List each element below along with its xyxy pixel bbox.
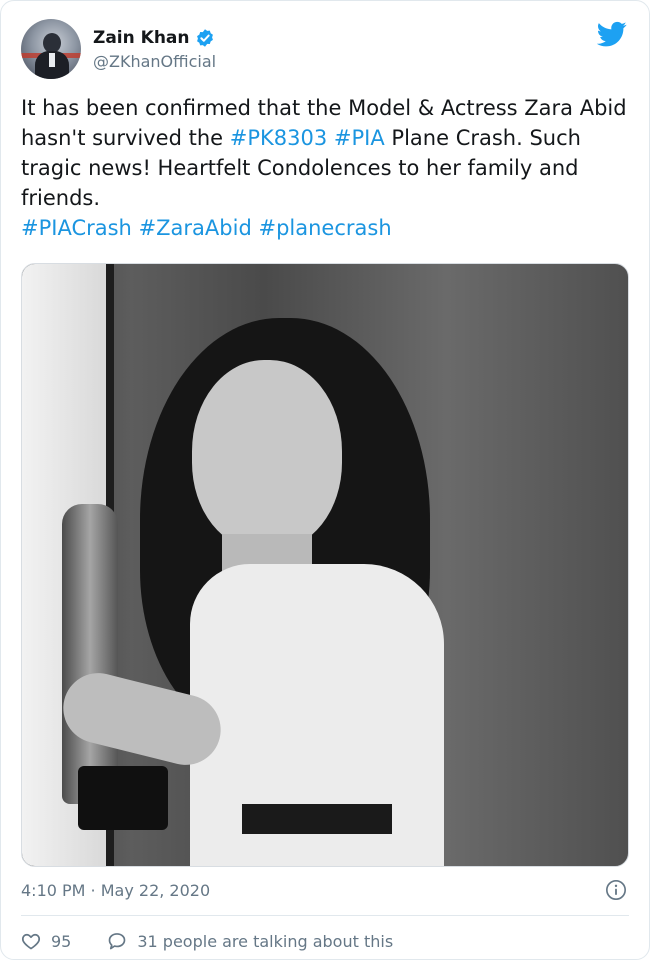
conversation-count-text: 31 people are talking about this xyxy=(137,931,394,951)
tweet-header: Zain Khan @ZKhanOfficial xyxy=(21,15,216,83)
like-count: 95 xyxy=(51,931,72,951)
hashtag-link[interactable]: #PK8303 xyxy=(230,126,327,150)
divider xyxy=(21,915,629,916)
hashtag-link[interactable]: #PIA xyxy=(334,126,385,150)
tweet-photo[interactable] xyxy=(21,263,629,867)
verified-badge-icon xyxy=(196,28,213,47)
like-button[interactable]: 95 xyxy=(21,931,71,951)
speech-bubble-icon xyxy=(109,933,126,950)
tweet-timestamp[interactable]: 4:10 PM · May 22, 2020 xyxy=(21,881,210,900)
author-handle[interactable]: @ZKhanOfficial xyxy=(93,52,216,71)
hashtag-link[interactable]: #ZaraAbid xyxy=(139,216,252,240)
author-info: Zain Khan @ZKhanOfficial xyxy=(93,28,216,71)
tweet-text: It has been confirmed that the Model & A… xyxy=(21,93,631,243)
heart-icon xyxy=(21,933,41,950)
tweet-card: Zain Khan @ZKhanOfficial It has been con… xyxy=(0,0,650,960)
hashtag-link[interactable]: #PIACrash xyxy=(21,216,132,240)
avatar[interactable] xyxy=(21,19,81,79)
twitter-bird-icon[interactable] xyxy=(597,19,627,49)
author-display-name[interactable]: Zain Khan xyxy=(93,28,190,48)
hashtag-link[interactable]: #planecrash xyxy=(258,216,391,240)
info-icon[interactable] xyxy=(605,879,627,901)
tweet-actions: 95 31 people are talking about this xyxy=(21,931,393,951)
conversation-button[interactable]: 31 people are talking about this xyxy=(107,931,393,951)
